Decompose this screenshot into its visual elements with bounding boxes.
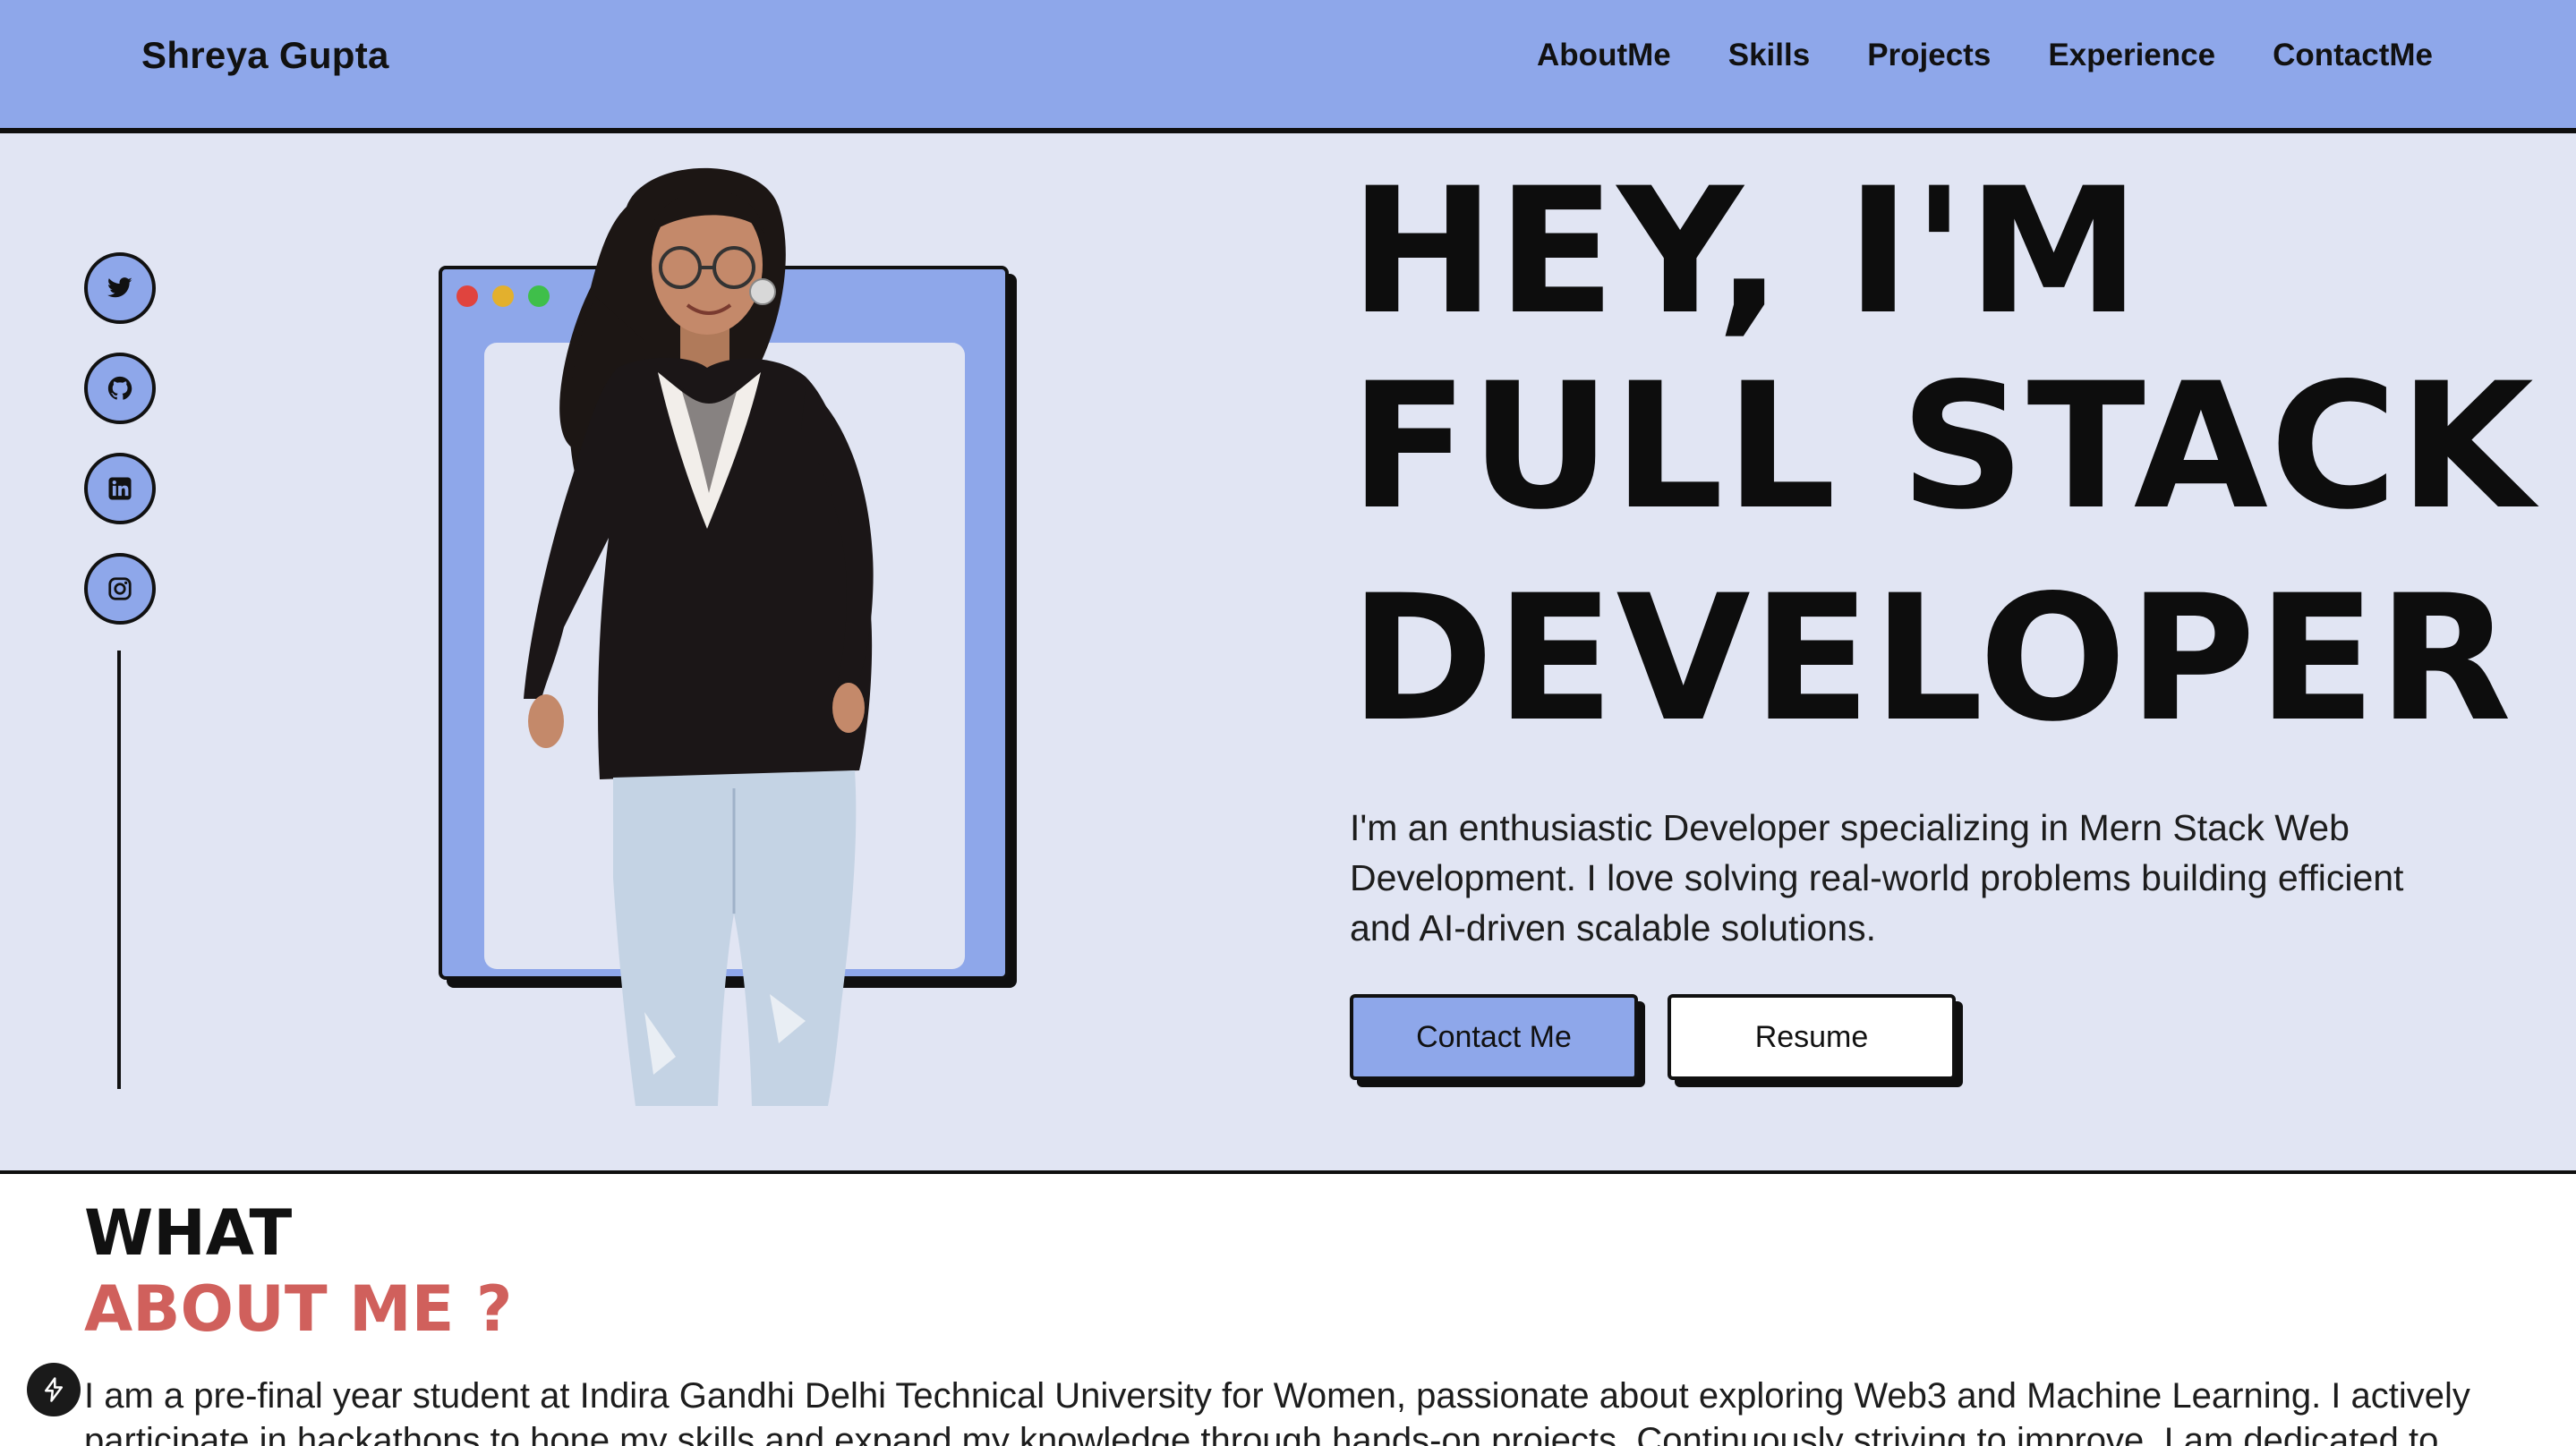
linkedin-icon <box>108 477 132 500</box>
instagram-icon <box>108 577 132 600</box>
twitter-link[interactable] <box>84 252 156 324</box>
nav-link-contactme[interactable]: ContactMe <box>2273 38 2433 73</box>
github-icon <box>107 376 132 400</box>
hero-section: HEY, I'M FULL STACK DEVELOPER I'm an ent… <box>0 133 2576 1174</box>
nav-link-projects[interactable]: Projects <box>1867 38 1991 73</box>
profile-photo <box>524 167 874 1106</box>
linkedin-link[interactable] <box>84 453 156 524</box>
github-link[interactable] <box>84 353 156 424</box>
about-description: I am a pre-final year student at Indira … <box>84 1376 2470 1446</box>
instagram-link[interactable] <box>84 553 156 625</box>
window-dot-red <box>456 285 478 307</box>
nav-link-experience[interactable]: Experience <box>2048 38 2215 73</box>
hero-title-line3: DEVELOPER <box>1350 557 2513 760</box>
hero-title-line2: FULL STACK <box>1350 345 2536 548</box>
about-heading-what: WHAT <box>84 1196 293 1270</box>
about-heading-about-me: ABOUT ME ? <box>84 1272 513 1346</box>
navbar: Shreya Gupta AboutMe Skills Projects Exp… <box>0 0 2576 133</box>
contact-me-button[interactable]: Contact Me <box>1350 994 1638 1080</box>
hero-title-line1: HEY, I'M <box>1350 150 2143 353</box>
nav-link-aboutme[interactable]: AboutMe <box>1537 38 1671 73</box>
lightning-icon <box>45 1377 63 1402</box>
nav-link-skills[interactable]: Skills <box>1728 38 1810 73</box>
brand-name[interactable]: Shreya Gupta <box>141 34 389 77</box>
twitter-icon <box>107 277 132 298</box>
hero-description: I'm an enthusiastic Developer specializi… <box>1350 807 2404 948</box>
floating-action-button[interactable] <box>27 1363 81 1416</box>
resume-button[interactable]: Resume <box>1668 994 1956 1080</box>
social-divider-line <box>117 651 121 1089</box>
nav-links: AboutMe Skills Projects Experience Conta… <box>1537 38 2433 73</box>
